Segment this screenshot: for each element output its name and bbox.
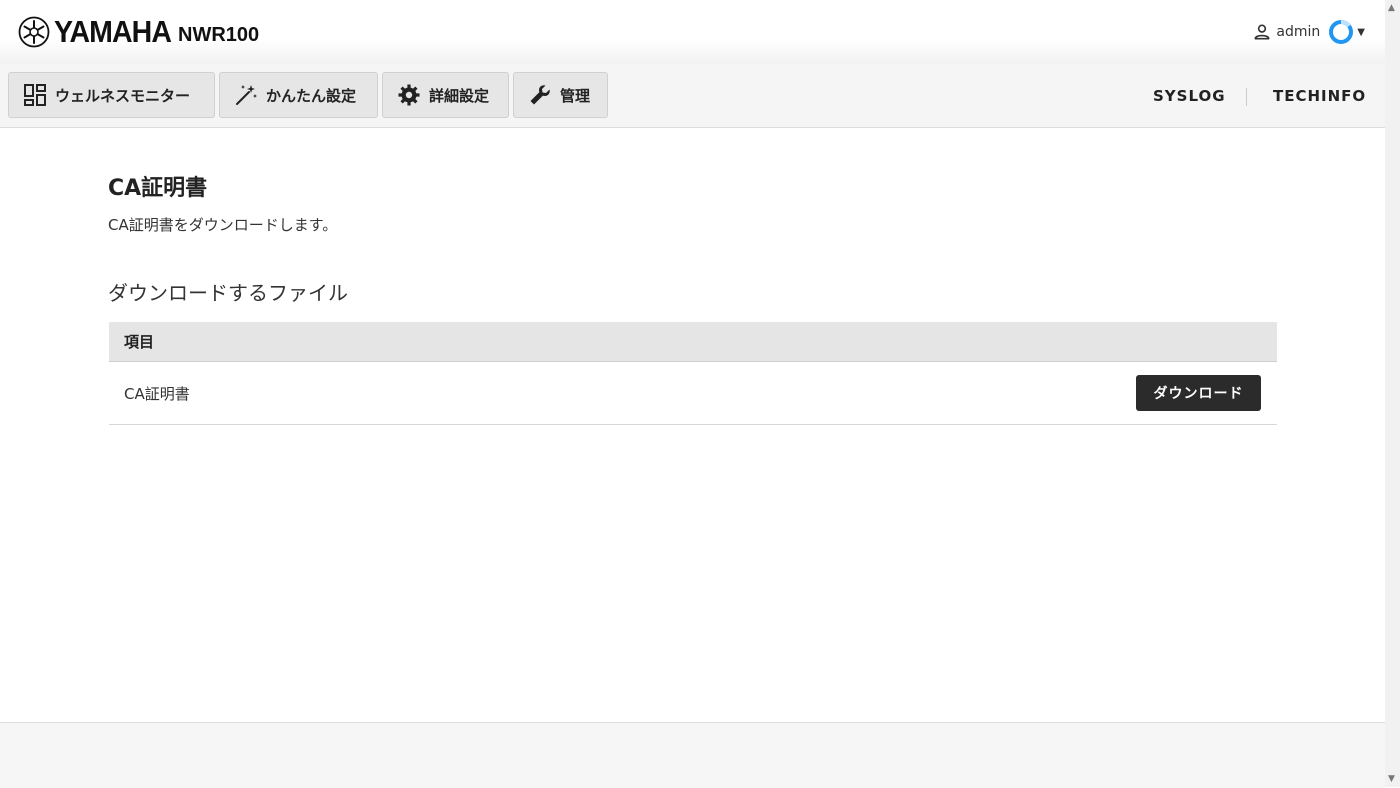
header: YAMAHA NWR100 admin ▼	[0, 0, 1385, 64]
page-description: CA証明書をダウンロードします。	[108, 216, 338, 234]
model-name: NWR100	[178, 24, 260, 46]
scroll-up-arrow-icon[interactable]: ▲	[1388, 3, 1395, 13]
nav-management-label: 管理	[560, 86, 591, 105]
nav-management[interactable]: 管理	[513, 72, 608, 118]
download-table: 項目 CA証明書 ダウンロード	[109, 322, 1277, 425]
user-menu[interactable]: admin ▼	[1252, 19, 1365, 45]
table-row: CA証明書 ダウンロード	[109, 362, 1277, 425]
nav-wellness-monitor[interactable]: ウェルネスモニター	[8, 72, 215, 118]
download-button[interactable]: ダウンロード	[1136, 375, 1261, 411]
nav-divider	[1246, 88, 1247, 106]
section-title: ダウンロードするファイル	[108, 281, 348, 305]
yamaha-tuning-fork-icon	[18, 16, 50, 48]
status-ring-icon	[1329, 20, 1354, 44]
footer	[0, 722, 1385, 788]
person-icon	[1254, 24, 1270, 40]
table-header: 項目	[109, 322, 1277, 362]
nav-advanced-settings[interactable]: 詳細設定	[382, 72, 509, 118]
nav-easy-setup-label: かんたん設定	[266, 86, 357, 105]
page-title: CA証明書	[108, 176, 208, 201]
scroll-down-arrow-icon[interactable]: ▼	[1388, 774, 1395, 784]
syslog-link[interactable]: SYSLOG	[1153, 87, 1226, 105]
user-name: admin	[1276, 24, 1321, 40]
dashboard-icon	[24, 84, 46, 106]
column-header-item: 項目	[124, 333, 155, 351]
gear-icon	[398, 84, 420, 106]
techinfo-link[interactable]: TECHINFO	[1273, 87, 1366, 105]
chevron-down-icon: ▼	[1357, 26, 1365, 38]
wrench-icon	[530, 85, 550, 105]
nav-easy-setup[interactable]: かんたん設定	[219, 72, 378, 118]
main-nav: ウェルネスモニター かんたん設定 詳細設定 管理 SYSLOG TECHINFO	[0, 64, 1385, 128]
nav-wellness-monitor-label: ウェルネスモニター	[55, 86, 191, 105]
vertical-scrollbar[interactable]: ▲ ▼	[1385, 0, 1400, 787]
magic-wand-icon	[236, 85, 257, 105]
brand-name: YAMAHA	[54, 14, 172, 49]
nav-advanced-settings-label: 詳細設定	[429, 86, 490, 105]
yamaha-logo[interactable]: YAMAHA	[18, 14, 181, 49]
row-label: CA証明書	[124, 384, 190, 403]
